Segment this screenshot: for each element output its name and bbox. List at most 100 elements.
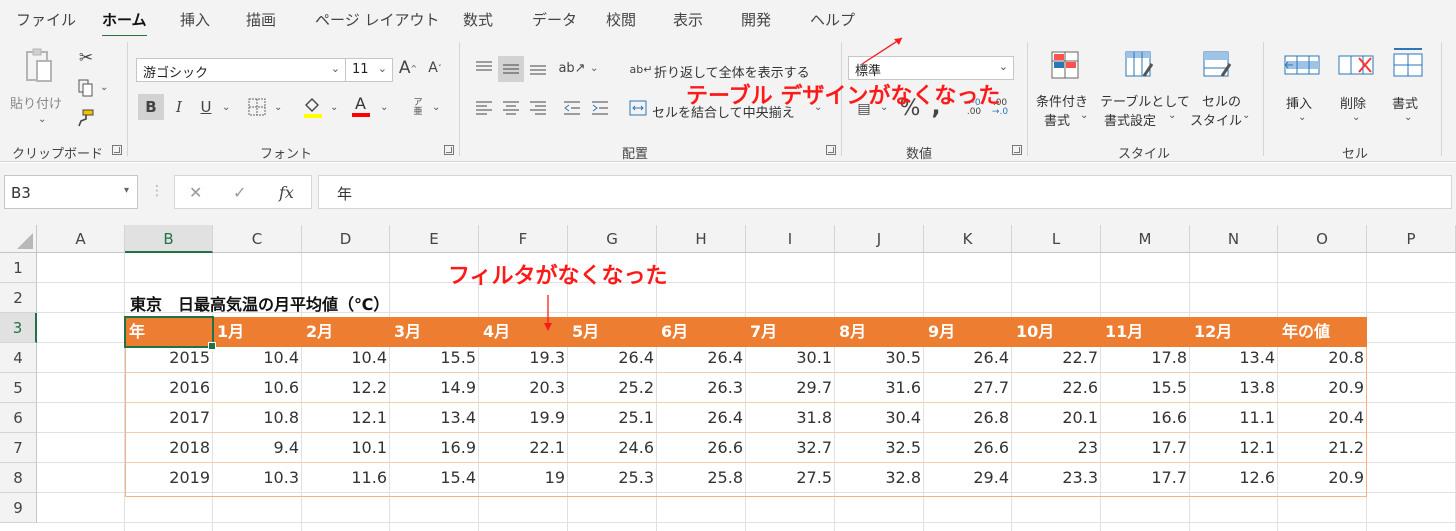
tab-developer[interactable]: 開発 <box>741 9 771 30</box>
table-cell[interactable]: 10.6 <box>213 373 302 403</box>
table-cell[interactable]: 20.9 <box>1278 373 1367 403</box>
column-header-j[interactable]: J <box>835 225 924 253</box>
table-cell[interactable]: 20.4 <box>1278 403 1367 433</box>
align-right-icon[interactable] <box>526 96 550 120</box>
font-name-dropdown[interactable]: 游ゴシック ⌄ <box>136 58 346 82</box>
format-cells-icon[interactable] <box>1388 44 1428 82</box>
table-cell[interactable]: 15.4 <box>390 463 479 493</box>
table-cell[interactable]: 22.1 <box>479 433 568 463</box>
chevron-down-icon[interactable]: ⌄ <box>1242 110 1250 121</box>
insert-cells-icon[interactable] <box>1282 48 1322 82</box>
conditional-formatting-label-2[interactable]: 書式 <box>1044 110 1070 129</box>
column-header-f[interactable]: F <box>479 225 568 253</box>
chevron-down-icon[interactable]: ⌄ <box>1080 110 1088 121</box>
tab-insert[interactable]: 挿入 <box>180 9 210 30</box>
merge-center-icon[interactable] <box>628 98 648 118</box>
table-cell[interactable]: 19.3 <box>479 343 568 373</box>
table-cell[interactable]: 26.4 <box>657 403 746 433</box>
tab-data[interactable]: データ <box>532 9 577 30</box>
cell-styles-label-1[interactable]: セルの <box>1202 91 1241 110</box>
column-header-i[interactable]: I <box>746 225 835 253</box>
table-cell[interactable]: 21.2 <box>1278 433 1367 463</box>
font-color-icon[interactable]: A <box>348 92 374 120</box>
table-header-cell[interactable]: 11月 <box>1101 313 1190 343</box>
format-as-table-label-1[interactable]: テーブルとして <box>1100 91 1190 110</box>
cut-icon[interactable]: ✂ <box>76 48 96 68</box>
underline-button[interactable]: U <box>193 94 219 120</box>
chevron-down-icon[interactable]: ⌄ <box>380 102 388 113</box>
clipboard-launcher-icon[interactable] <box>112 145 122 155</box>
row-header-3[interactable]: 3 <box>0 313 37 343</box>
table-cell[interactable]: 11.1 <box>1190 403 1278 433</box>
table-cell[interactable]: 25.3 <box>568 463 657 493</box>
table-cell[interactable]: 22.6 <box>1012 373 1101 403</box>
table-cell[interactable]: 2018 <box>125 433 213 463</box>
column-header-n[interactable]: N <box>1190 225 1278 253</box>
chevron-down-icon[interactable]: ⌄ <box>1168 110 1176 121</box>
cancel-icon[interactable]: ✕ <box>189 183 202 202</box>
tab-formulas[interactable]: 数式 <box>463 9 493 30</box>
table-cell[interactable]: 14.9 <box>390 373 479 403</box>
paste-button[interactable]: 貼り付け <box>10 93 62 112</box>
row-header-7[interactable]: 7 <box>0 433 37 463</box>
table-cell[interactable]: 29.7 <box>746 373 835 403</box>
paste-icon[interactable] <box>22 46 56 86</box>
format-as-table-label-2[interactable]: 書式設定 <box>1104 110 1156 129</box>
table-cell[interactable]: 17.7 <box>1101 463 1190 493</box>
delete-cells-icon[interactable] <box>1336 48 1376 82</box>
table-cell[interactable]: 17.7 <box>1101 433 1190 463</box>
table-cell[interactable]: 29.4 <box>924 463 1012 493</box>
chevron-down-icon[interactable]: ⌄ <box>222 102 230 113</box>
table-cell[interactable]: 31.6 <box>835 373 924 403</box>
table-header-cell[interactable]: 9月 <box>924 313 1012 343</box>
table-cell[interactable]: 32.7 <box>746 433 835 463</box>
number-launcher-icon[interactable] <box>1012 145 1022 155</box>
align-left-icon[interactable] <box>472 96 496 120</box>
table-cell[interactable]: 2016 <box>125 373 213 403</box>
table-cell[interactable]: 32.5 <box>835 433 924 463</box>
tab-view[interactable]: 表示 <box>673 9 703 30</box>
table-header-cell[interactable]: 12月 <box>1190 313 1278 343</box>
column-header-g[interactable]: G <box>568 225 657 253</box>
table-cell[interactable]: 15.5 <box>390 343 479 373</box>
table-cell[interactable]: 27.5 <box>746 463 835 493</box>
table-cell[interactable]: 22.7 <box>1012 343 1101 373</box>
table-cell[interactable]: 20.9 <box>1278 463 1367 493</box>
table-cell[interactable]: 23.3 <box>1012 463 1101 493</box>
table-cell[interactable]: 25.8 <box>657 463 746 493</box>
tab-home[interactable]: ホーム <box>102 9 147 38</box>
format-painter-icon[interactable] <box>76 108 96 128</box>
table-cell[interactable]: 26.4 <box>568 343 657 373</box>
table-cell[interactable]: 10.4 <box>302 343 390 373</box>
table-cell[interactable]: 2019 <box>125 463 213 493</box>
table-cell[interactable]: 10.3 <box>213 463 302 493</box>
table-cell[interactable]: 17.8 <box>1101 343 1190 373</box>
name-box[interactable]: B3 ▾ <box>4 175 138 209</box>
column-header-b[interactable]: B <box>125 225 213 253</box>
column-header-p[interactable]: P <box>1367 225 1456 253</box>
column-header-l[interactable]: L <box>1012 225 1101 253</box>
table-cell[interactable]: 15.5 <box>1101 373 1190 403</box>
row-header-2[interactable]: 2 <box>0 283 37 313</box>
conditional-formatting-label-1[interactable]: 条件付き <box>1036 91 1088 110</box>
table-cell[interactable]: 25.2 <box>568 373 657 403</box>
table-header-cell[interactable]: 2月 <box>302 313 390 343</box>
font-size-dropdown[interactable]: 11 ⌄ <box>345 58 393 82</box>
wrap-text-icon[interactable]: ab↵ <box>630 58 653 80</box>
table-cell[interactable]: 26.6 <box>924 433 1012 463</box>
table-cell[interactable]: 16.9 <box>390 433 479 463</box>
column-header-e[interactable]: E <box>390 225 479 253</box>
table-header-cell[interactable]: 5月 <box>568 313 657 343</box>
chevron-down-icon[interactable]: ⌄ <box>432 102 440 113</box>
table-header-cell[interactable]: 10月 <box>1012 313 1101 343</box>
table-cell[interactable]: 31.8 <box>746 403 835 433</box>
table-cell[interactable]: 13.8 <box>1190 373 1278 403</box>
table-cell[interactable]: 20.8 <box>1278 343 1367 373</box>
formula-input[interactable]: 年 <box>318 175 1452 209</box>
tab-file[interactable]: ファイル <box>16 9 76 30</box>
column-header-c[interactable]: C <box>213 225 302 253</box>
borders-icon[interactable] <box>246 96 268 118</box>
table-cell[interactable]: 12.1 <box>1190 433 1278 463</box>
table-cell[interactable]: 16.6 <box>1101 403 1190 433</box>
bold-button[interactable]: B <box>138 94 164 120</box>
